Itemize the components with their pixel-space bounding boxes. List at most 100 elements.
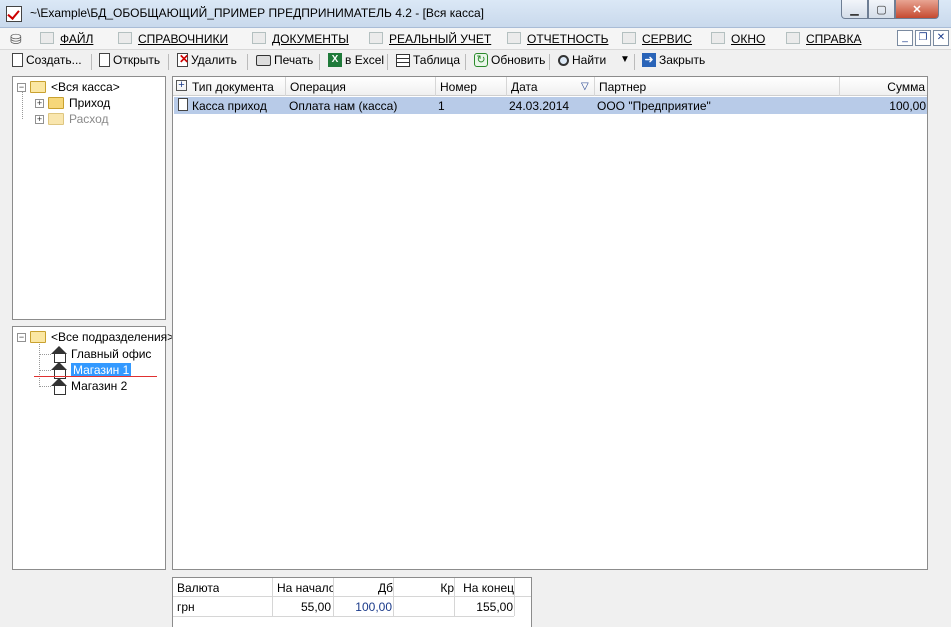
open-document-icon: [99, 53, 110, 67]
cell-sum: 100,00: [889, 99, 926, 113]
menu-references[interactable]: СПРАВОЧНИКИ: [118, 32, 228, 46]
refresh-button[interactable]: ↻ Обновить: [474, 53, 545, 67]
summary-col-start: На начало: [277, 581, 333, 595]
collapse-icon[interactable]: −: [17, 332, 26, 342]
toolbar-separator: [319, 54, 320, 70]
summary-cell-currency: грн: [177, 600, 195, 614]
window-title: ~\Example\БД_ОБОБЩАЮЩИЙ_ПРИМЕР ПРЕДПРИНИ…: [30, 6, 484, 20]
cash-tree-pane: − <Вся касса> + Приход + Расход: [12, 76, 166, 320]
departments-tree-pane: − <Все подразделения> Главный офис Магаз…: [12, 326, 174, 570]
menu-file[interactable]: ФАЙЛ: [40, 32, 93, 46]
create-button[interactable]: Создать...: [12, 53, 82, 67]
minimize-button[interactable]: ▁: [841, 0, 868, 19]
menu-logo-icon[interactable]: ⛁: [10, 31, 22, 48]
menu-window[interactable]: ОКНО: [711, 32, 765, 46]
new-document-icon: [12, 53, 23, 67]
column-number[interactable]: Номер: [440, 80, 477, 94]
grid-header: + Тип документа Операция Номер Дата ▽ Па…: [173, 77, 927, 96]
title-bar: ~\Example\БД_ОБОБЩАЮЩИЙ_ПРИМЕР ПРЕДПРИНИ…: [0, 0, 951, 28]
summary-cell-end: 155,00: [476, 600, 513, 614]
collapse-icon[interactable]: −: [17, 82, 26, 92]
cell-doc-type: Касса приход: [192, 99, 267, 113]
toolbar-separator: [634, 54, 635, 70]
cell-number: 1: [438, 99, 445, 113]
toolbar-separator: [549, 54, 550, 70]
cell-date: 24.03.2014: [509, 99, 570, 113]
add-column-icon[interactable]: +: [176, 80, 187, 91]
folder-icon: [48, 113, 64, 125]
column-date[interactable]: Дата: [511, 80, 538, 94]
mdi-close-button[interactable]: ✕: [933, 30, 949, 46]
window-icon: [711, 32, 725, 44]
documents-grid: + Тип документа Операция Номер Дата ▽ Па…: [172, 76, 928, 570]
house-icon: [51, 378, 67, 395]
expand-icon[interactable]: +: [35, 114, 44, 124]
cash-summary-table: Валюта На начало Дб Кр На конец грн 55,0…: [172, 577, 532, 627]
grid-icon: [369, 32, 383, 44]
menu-reports[interactable]: ОТЧЕТНОСТЬ: [507, 32, 608, 46]
expand-icon[interactable]: +: [35, 98, 44, 108]
summary-col-currency: Валюта: [177, 581, 220, 595]
close-button[interactable]: ➜ Закрыть: [642, 53, 705, 67]
tree-root-departments[interactable]: − <Все подразделения>: [17, 330, 174, 344]
print-button[interactable]: Печать: [256, 53, 313, 67]
toolbar: Создать... Открыть Удалить Печать Xв Exc…: [0, 50, 951, 72]
menu-help[interactable]: СПРАВКА: [786, 32, 862, 46]
folder-open-icon: [30, 81, 46, 93]
table-icon: [396, 53, 410, 67]
delete-button[interactable]: Удалить: [177, 52, 237, 67]
column-partner[interactable]: Партнер: [599, 80, 646, 94]
column-sum[interactable]: Сумма: [887, 80, 925, 94]
sort-descending-icon[interactable]: ▽: [581, 81, 589, 92]
annotation-underline: [34, 376, 157, 377]
column-operation[interactable]: Операция: [290, 80, 346, 94]
summary-cell-debit: 100,00: [355, 600, 392, 614]
summary-col-credit: Кр: [440, 581, 454, 595]
tree-item-main-office[interactable]: Главный офис: [51, 346, 151, 363]
cell-operation: Оплата нам (касса): [289, 99, 398, 113]
summary-cell-start: 55,00: [300, 600, 331, 614]
folder-open-icon: [30, 331, 46, 343]
tree-root-cash[interactable]: − <Вся касса>: [17, 80, 120, 94]
tree-item-income[interactable]: + Приход: [35, 96, 110, 110]
toolbar-separator: [387, 54, 388, 70]
delete-icon: [177, 52, 189, 67]
export-excel-button[interactable]: Xв Excel: [328, 53, 384, 67]
toolbar-separator: [247, 54, 248, 70]
summary-col-debit: Дб: [378, 581, 393, 595]
table-button[interactable]: Таблица: [396, 53, 460, 67]
summary-col-end: На конец: [463, 581, 514, 595]
report-icon: [507, 32, 521, 44]
home-icon: [118, 32, 132, 44]
open-button[interactable]: Открыть: [99, 53, 160, 67]
house-icon: [51, 346, 67, 363]
find-dropdown-icon[interactable]: ▼: [620, 54, 630, 65]
folder-icon: [48, 97, 64, 109]
mdi-controls: _ ❐ ✕: [897, 30, 949, 46]
toolbar-separator: [465, 54, 466, 70]
window-controls: ▁ ▢ ✕: [841, 0, 939, 19]
menu-service[interactable]: СЕРВИС: [622, 32, 692, 46]
toolbar-separator: [91, 54, 92, 70]
mdi-restore-button[interactable]: ❐: [915, 30, 931, 46]
menu-bar: ⛁ ФАЙЛ СПРАВОЧНИКИ ДОКУМЕНТЫ РЕАЛЬНЫЙ УЧ…: [0, 28, 951, 50]
tree-item-expense[interactable]: + Расход: [35, 112, 109, 126]
magnifier-icon: [558, 54, 569, 66]
mdi-minimize-button[interactable]: _: [897, 30, 913, 46]
refresh-icon: ↻: [474, 53, 488, 67]
tree-item-store-2[interactable]: Магазин 2: [51, 378, 127, 395]
menu-documents[interactable]: ДОКУМЕНТЫ: [252, 32, 349, 46]
find-button[interactable]: Найти: [558, 53, 606, 67]
column-doc-type[interactable]: Тип документа: [192, 80, 274, 94]
close-window-button[interactable]: ✕: [895, 0, 939, 19]
file-icon: [40, 32, 54, 44]
menu-real-accounting[interactable]: РЕАЛЬНЫЙ УЧЕТ: [369, 32, 491, 46]
cell-partner: ООО "Предприятие": [597, 99, 711, 113]
printer-icon: [256, 54, 271, 66]
service-icon: [622, 32, 636, 44]
app-icon: [6, 6, 22, 22]
exit-arrow-icon: ➜: [642, 53, 656, 67]
table-row[interactable]: Касса приход Оплата нам (касса) 1 24.03.…: [174, 97, 927, 114]
document-icon: [178, 98, 188, 111]
maximize-button[interactable]: ▢: [868, 0, 895, 19]
